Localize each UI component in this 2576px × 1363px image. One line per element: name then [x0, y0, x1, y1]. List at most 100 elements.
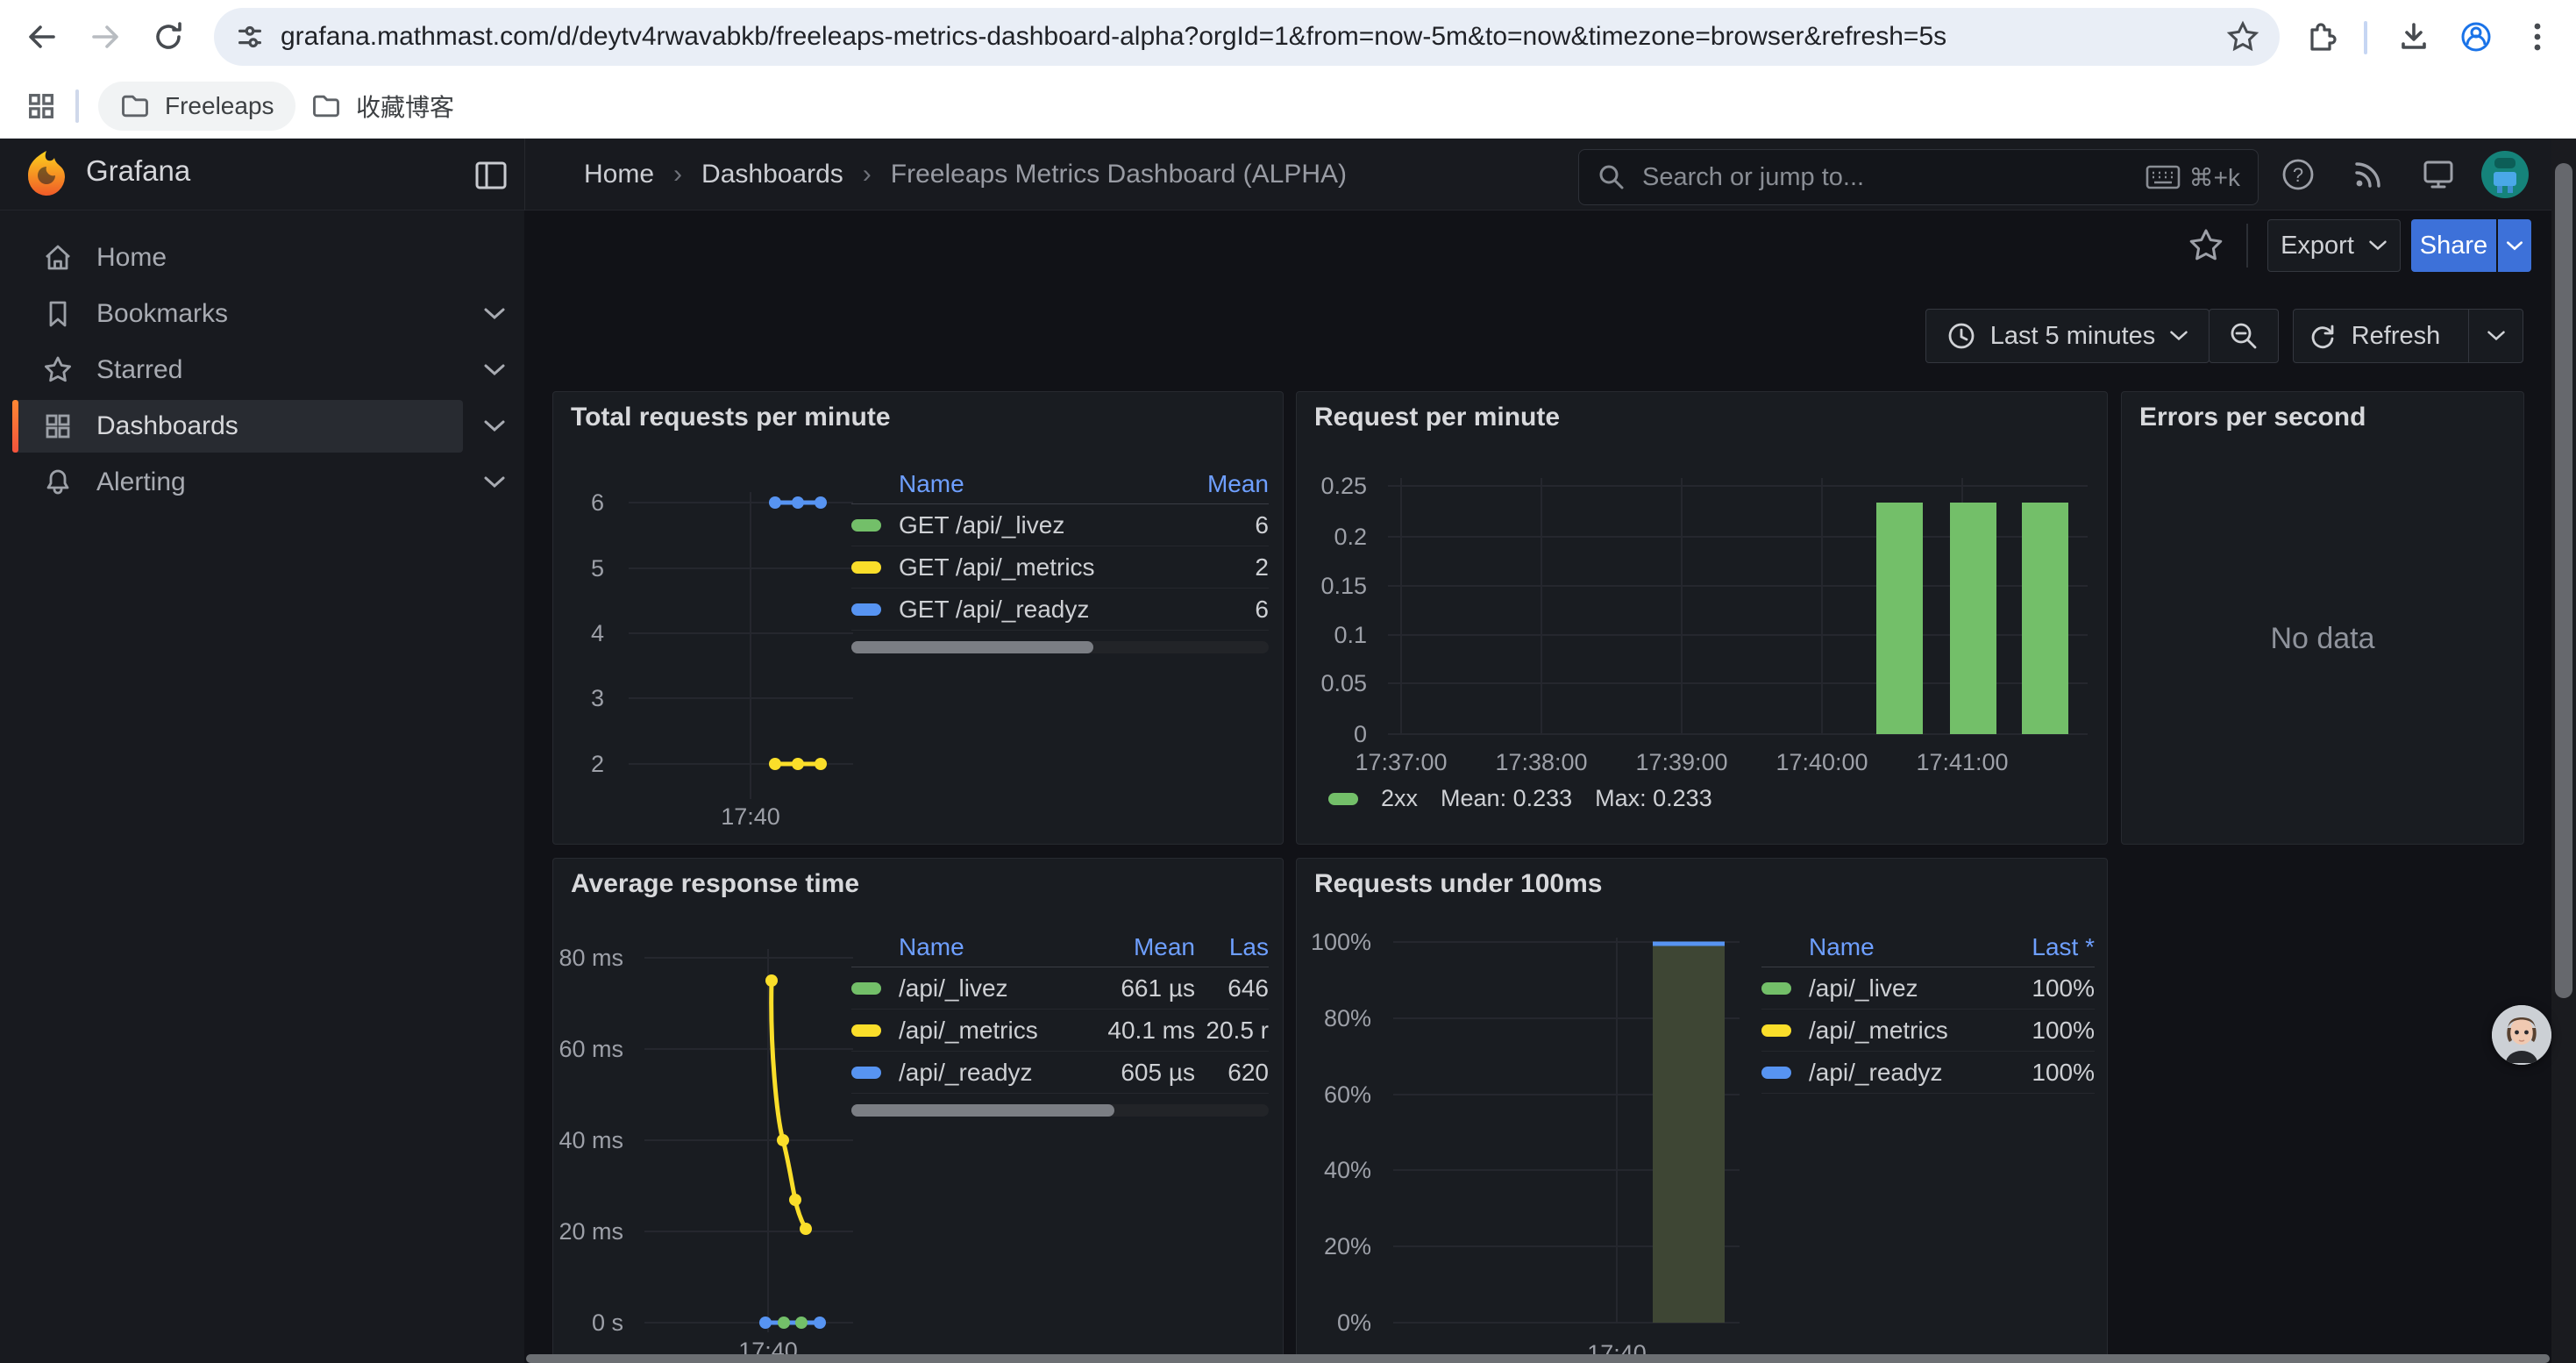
search-icon	[1597, 162, 1626, 192]
share-menu-button[interactable]	[2498, 219, 2531, 272]
y-tick: 60%	[1301, 1081, 1371, 1109]
vertical-scrollbar-thumb[interactable]	[2555, 163, 2572, 998]
profile-icon[interactable]	[2459, 19, 2494, 54]
legend-row[interactable]: /api/_readyz 100%	[1761, 1052, 2095, 1094]
news-rss-icon[interactable]	[2350, 156, 2387, 193]
y-tick: 60 ms	[553, 1035, 623, 1063]
series-color-pill	[851, 1024, 881, 1037]
legend-row[interactable]: /api/_livez 661 µs 646	[851, 967, 1269, 1010]
refresh-button[interactable]: Refresh	[2294, 310, 2454, 362]
favorite-star-icon[interactable]	[2187, 226, 2225, 265]
back-icon[interactable]	[25, 19, 60, 54]
y-tick: 0.05	[1306, 669, 1367, 697]
panel-requests-under-100ms: Requests under 100ms 100% 80% 60% 40% 20…	[1296, 858, 2108, 1363]
folder-icon	[310, 90, 342, 122]
user-avatar[interactable]	[2481, 151, 2529, 198]
series-name: /api/_livez	[899, 974, 1064, 1003]
legend-header-name[interactable]: Name	[1809, 933, 1989, 961]
sidebar-item-alerting[interactable]: Alerting	[12, 456, 463, 509]
sidebar-item-starred[interactable]: Starred	[12, 344, 463, 396]
sidebar-toggle-icon[interactable]	[472, 156, 510, 195]
x-tick: 17:39:00	[1616, 748, 1747, 776]
legend-scrollbar[interactable]	[851, 641, 1269, 653]
legend-header: Name Mean	[851, 464, 1269, 504]
legend-row[interactable]: GET /api/_metrics 2	[851, 546, 1269, 589]
panel-title[interactable]: Requests under 100ms	[1314, 869, 1602, 899]
floating-assistant-avatar[interactable]	[2492, 1005, 2551, 1065]
legend-header-name[interactable]: Name	[899, 470, 1163, 498]
series-mean: 6	[1163, 511, 1269, 539]
legend-header-mean[interactable]: Mean	[1163, 470, 1269, 498]
time-range-picker[interactable]: Last 5 minutes	[1925, 309, 2210, 363]
legend-row[interactable]: GET /api/_livez 6	[851, 504, 1269, 546]
panel-title[interactable]: Total requests per minute	[571, 403, 891, 432]
sidebar-item-label: Dashboards	[96, 411, 238, 441]
legend-row[interactable]: GET /api/_readyz 6	[851, 589, 1269, 631]
line-chart[interactable]	[615, 485, 860, 810]
url-bar[interactable]: grafana.mathmast.com/d/deytv4rwavabkb/fr…	[214, 8, 2280, 66]
export-button[interactable]: Export	[2267, 219, 2401, 272]
chevron-down-icon[interactable]	[479, 298, 510, 330]
reload-icon[interactable]	[151, 19, 186, 54]
bookmark-folder-blogs[interactable]: 收藏博客	[289, 82, 475, 131]
legend-row[interactable]: /api/_readyz 605 µs 620	[851, 1052, 1269, 1094]
series-last: 100%	[1989, 1017, 2095, 1045]
legend-row[interactable]: /api/_livez 100%	[1761, 967, 2095, 1010]
line-chart[interactable]	[634, 942, 858, 1363]
series-mean: 6	[1163, 596, 1269, 624]
chevron-down-icon[interactable]	[479, 410, 510, 442]
search-input[interactable]: Search or jump to... ⌘+k	[1578, 149, 2259, 205]
series-color-pill	[1761, 982, 1791, 995]
legend-header-last[interactable]: Las	[1195, 933, 1269, 961]
monitor-icon[interactable]	[2420, 156, 2457, 193]
legend-row[interactable]: /api/_metrics 40.1 ms 20.5 r	[851, 1010, 1269, 1052]
panel-title[interactable]: Errors per second	[2139, 403, 2366, 432]
y-tick: 0.15	[1306, 572, 1367, 600]
grafana-logo-icon[interactable]	[23, 149, 70, 198]
shortcut-keys: ⌘+k	[2189, 163, 2240, 192]
panel-request-per-minute: Request per minute 0.25 0.2 0.15 0.1 0.0…	[1296, 391, 2108, 845]
share-button[interactable]: Share	[2411, 219, 2496, 272]
sidebar-item-bookmarks[interactable]: Bookmarks	[12, 288, 463, 340]
legend-row[interactable]: /api/_metrics 100%	[1761, 1010, 2095, 1052]
download-icon[interactable]	[2396, 19, 2431, 54]
apps-grid-icon[interactable]	[25, 89, 58, 123]
bar-chart[interactable]	[1381, 471, 2095, 760]
legend-table: Name Last * /api/_livez 100% /api/_metri…	[1761, 927, 2095, 1094]
refresh-interval-button[interactable]	[2468, 310, 2523, 362]
breadcrumb-home[interactable]: Home	[584, 160, 654, 189]
grafana-brand[interactable]: Grafana	[86, 154, 190, 188]
legend-header-last[interactable]: Last *	[1989, 933, 2095, 961]
legend-header-mean[interactable]: Mean	[1064, 933, 1195, 961]
legend-header: Name Mean Las	[851, 927, 1269, 967]
y-tick: 0	[1306, 720, 1367, 748]
area-chart[interactable]	[1384, 929, 1746, 1350]
y-tick: 4	[566, 619, 604, 647]
zoom-out-button[interactable]	[2209, 309, 2279, 363]
panel-title[interactable]: Average response time	[571, 869, 859, 899]
browser-toolbar: grafana.mathmast.com/d/deytv4rwavabkb/fr…	[0, 0, 2576, 74]
extensions-icon[interactable]	[2302, 19, 2337, 54]
sidebar-item-label: Home	[96, 243, 167, 273]
bookmark-star-icon[interactable]	[2225, 19, 2260, 54]
url-text: grafana.mathmast.com/d/deytv4rwavabkb/fr…	[281, 22, 2225, 52]
breadcrumb-dashboards[interactable]: Dashboards	[701, 160, 843, 189]
sidebar-item-dashboards[interactable]: Dashboards	[12, 400, 463, 453]
help-icon[interactable]: ?	[2280, 156, 2316, 193]
chevron-down-icon[interactable]	[479, 354, 510, 386]
bookmark-folder-freeleaps[interactable]: Freeleaps	[98, 82, 295, 131]
x-tick: 17:41:00	[1896, 748, 2028, 776]
browser-menu-icon[interactable]	[2532, 19, 2543, 54]
sidebar-item-home[interactable]: Home	[12, 232, 463, 284]
legend-header-name[interactable]: Name	[899, 933, 1064, 961]
y-tick: 100%	[1301, 928, 1371, 956]
legend-scrollbar[interactable]	[851, 1104, 1269, 1117]
horizontal-scrollbar[interactable]	[526, 1354, 2550, 1363]
panel-title[interactable]: Request per minute	[1314, 403, 1560, 432]
series-last: 20.5 r	[1195, 1017, 1269, 1045]
series-mean: 661 µs	[1064, 974, 1195, 1003]
chevron-down-icon[interactable]	[479, 467, 510, 498]
site-info-icon[interactable]	[233, 20, 267, 54]
legend-inline[interactable]: 2xx Mean: 0.233 Max: 0.233	[1328, 785, 1712, 812]
forward-icon[interactable]	[88, 19, 123, 54]
